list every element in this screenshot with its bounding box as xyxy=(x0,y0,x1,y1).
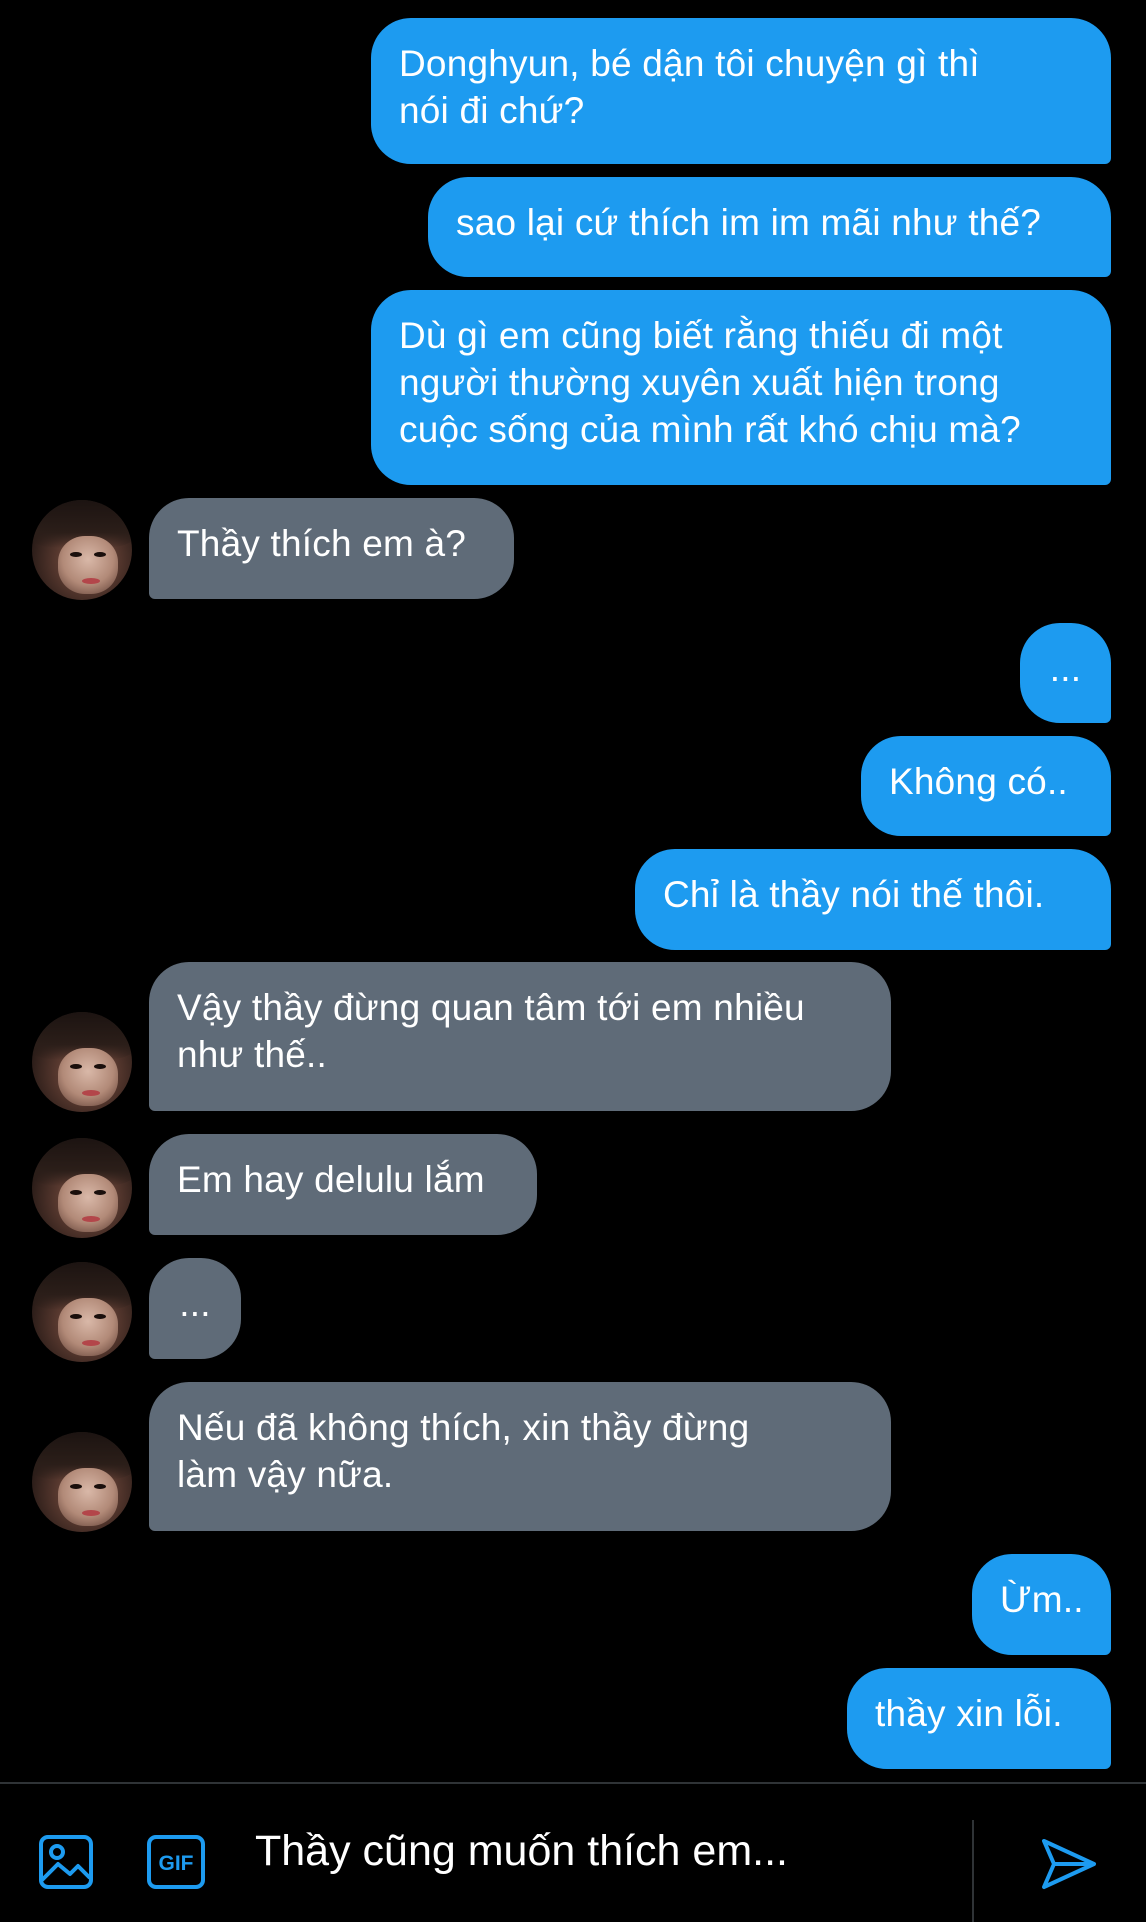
avatar[interactable] xyxy=(32,1012,132,1112)
message-bubble-received[interactable]: Nếu đã không thích, xin thầy đừng làm vậ… xyxy=(149,1382,891,1531)
send-icon[interactable] xyxy=(1040,1836,1098,1897)
message-bubble-received[interactable]: ... xyxy=(149,1258,241,1359)
avatar[interactable] xyxy=(32,1262,132,1362)
message-bubble-sent[interactable]: Chỉ là thầy nói thế thôi. xyxy=(635,849,1111,950)
message-input[interactable]: Thầy cũng muốn thích em... xyxy=(255,1823,788,1879)
message-bubble-sent[interactable]: sao lại cứ thích im im mãi như thế? xyxy=(428,177,1111,277)
avatar[interactable] xyxy=(32,1432,132,1532)
divider xyxy=(972,1820,974,1922)
avatar[interactable] xyxy=(32,500,132,600)
message-bubble-sent[interactable]: thầy xin lỗi. xyxy=(847,1668,1111,1769)
message-bubble-sent[interactable]: Donghyun, bé dận tôi chuyện gì thì nói đ… xyxy=(371,18,1111,164)
message-list[interactable]: Donghyun, bé dận tôi chuyện gì thì nói đ… xyxy=(0,0,1146,1782)
image-icon[interactable] xyxy=(38,1834,94,1895)
message-bubble-received[interactable]: Thầy thích em à? xyxy=(149,498,514,599)
message-bubble-sent[interactable]: Ừm.. xyxy=(972,1554,1111,1655)
message-bubble-sent[interactable]: Dù gì em cũng biết rằng thiếu đi một ngư… xyxy=(371,290,1111,485)
message-bubble-sent[interactable]: ... xyxy=(1020,623,1111,723)
avatar[interactable] xyxy=(32,1138,132,1238)
gif-label: GIF xyxy=(159,1852,194,1875)
gif-icon[interactable]: GIF xyxy=(146,1834,206,1895)
message-composer: GIF Thầy cũng muốn thích em... xyxy=(0,1782,1146,1922)
message-bubble-received[interactable]: Vậy thầy đừng quan tâm tới em nhiều như … xyxy=(149,962,891,1111)
message-bubble-sent[interactable]: Không có.. xyxy=(861,736,1111,836)
message-bubble-received[interactable]: Em hay delulu lắm xyxy=(149,1134,537,1235)
